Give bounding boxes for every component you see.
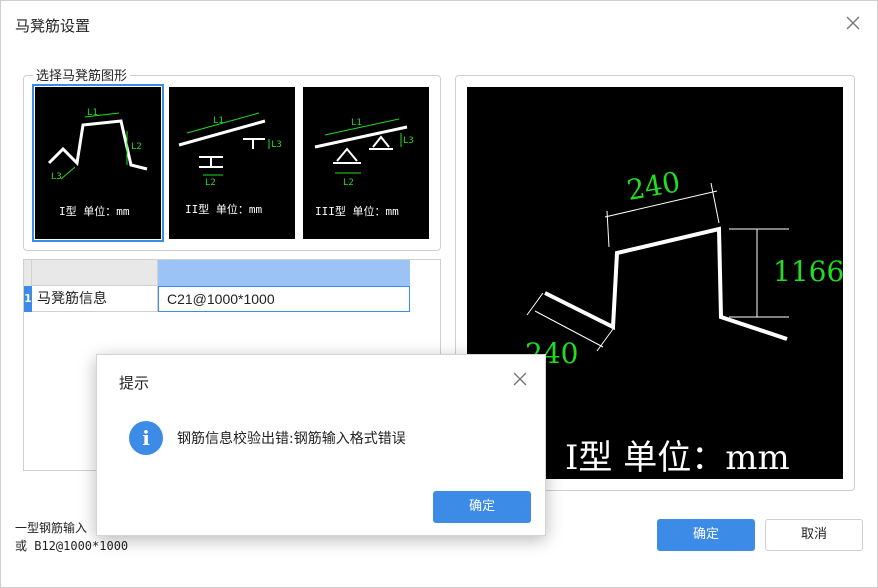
type1-label-l1: L1 (87, 108, 98, 118)
ok-button[interactable]: 确定 (657, 519, 755, 551)
type2-label-l2: L2 (205, 178, 216, 188)
preview-caption: I型 单位：mm (565, 438, 790, 478)
type2-label-l3: L3 (271, 140, 282, 150)
type1-caption: I型 单位：mm (59, 204, 130, 218)
grid-header-value (158, 260, 410, 286)
grid-row-name: 马凳筋信息 (32, 286, 158, 312)
type3-label-l2: L2 (343, 178, 354, 188)
grid-corner-header (24, 260, 32, 286)
type2-caption: II型 单位：mm (185, 202, 262, 216)
type1-label-l3: L3 (51, 172, 62, 182)
rebar-info-input[interactable]: C21@1000*1000 (158, 286, 410, 312)
dialog-ok-button[interactable]: 确定 (433, 491, 531, 523)
info-icon: i (129, 421, 163, 455)
alert-dialog: 提示 i 钢筋信息校验出错:钢筋输入格式错误 确定 (96, 354, 546, 536)
cancel-button[interactable]: 取消 (765, 519, 863, 551)
shape-group-legend: 选择马凳筋图形 (33, 65, 131, 84)
type3-label-l1: L1 (351, 118, 362, 128)
shape-option-type-3[interactable]: L1 L3 L2 III型 单位：mm (303, 87, 429, 239)
dialog-title: 提示 (119, 374, 150, 392)
type3-rebar-top (314, 125, 408, 149)
hint-line1-start: 一型钢筋输入 (15, 521, 88, 535)
dialog-close-icon[interactable] (511, 370, 529, 388)
grid-row-number[interactable]: 1 (24, 286, 32, 312)
preview-dim-right: 1166 (773, 255, 843, 288)
hint-line2: 或 B12@1000*1000 (15, 539, 129, 553)
grid-header-name (32, 260, 158, 286)
dialog-message: 钢筋信息校验出错:钢筋输入格式错误 (177, 431, 406, 447)
shape-option-type-2[interactable]: L1 L3 L2 II型 单位：mm (169, 87, 295, 239)
type1-label-l2: L2 (131, 142, 142, 152)
window-close-icon[interactable] (843, 13, 863, 33)
shape-option-type-1[interactable]: L1 L2 L3 I型 单位：mm (32, 84, 164, 242)
type3-label-l3: L3 (403, 136, 414, 146)
preview-rebar-shape (544, 226, 788, 341)
type2-label-l1: L1 (213, 116, 224, 126)
window-title: 马凳筋设置 (15, 17, 91, 35)
type3-caption: III型 单位：mm (315, 204, 399, 218)
